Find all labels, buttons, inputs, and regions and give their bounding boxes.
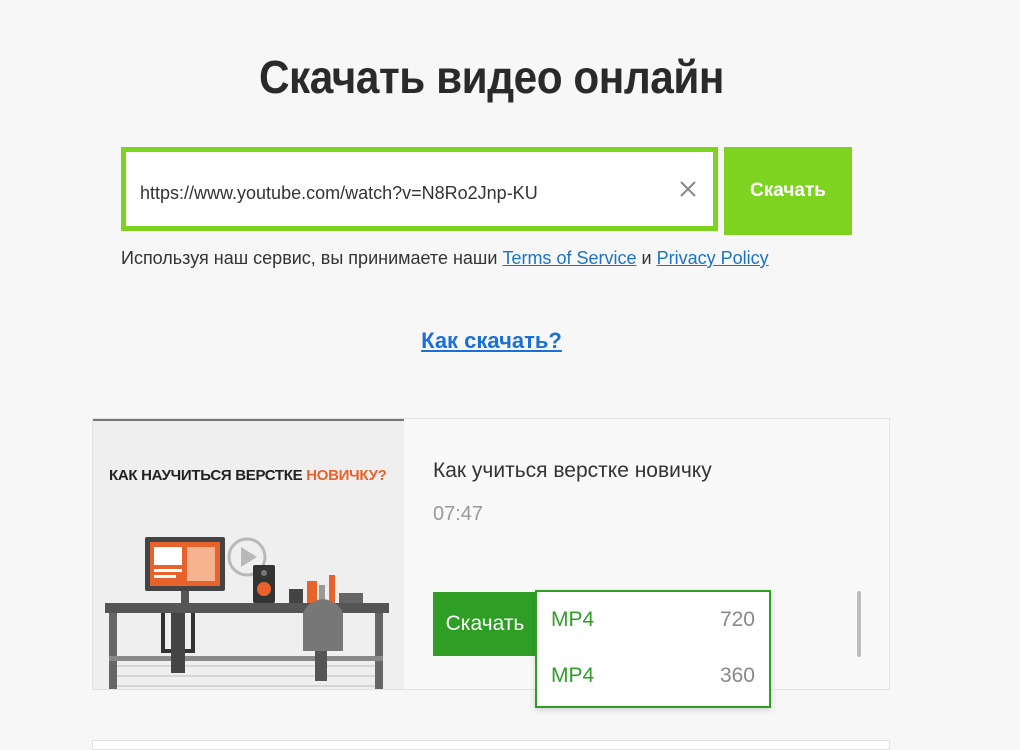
privacy-policy-link[interactable]: Privacy Policy xyxy=(657,248,769,268)
clear-icon[interactable] xyxy=(677,178,699,200)
terms-and: и xyxy=(641,248,652,268)
format-option-360[interactable]: MP4 360 xyxy=(537,648,769,704)
format-option-720[interactable]: MP4 720 xyxy=(537,592,769,648)
format-dropdown: MP4 720 MP4 360 xyxy=(535,590,771,708)
terms-text: Используя наш сервис, вы принимаете наши xyxy=(121,248,498,268)
video-title: Как учиться верстке новичку xyxy=(433,459,712,482)
desk-illustration xyxy=(105,537,389,689)
download-button[interactable]: Скачать xyxy=(724,147,852,235)
format-label: MP4 xyxy=(551,608,595,631)
quality-label: 360 xyxy=(719,664,755,687)
thumbnail-title: КАК НАУЧИТЬСЯ ВЕРСТКЕ НОВИЧКУ? xyxy=(109,467,387,484)
format-label: MP4 xyxy=(551,664,595,687)
download-format-button[interactable]: Скачать xyxy=(433,592,537,656)
url-input-box[interactable] xyxy=(121,147,718,231)
terms-of-service-link[interactable]: Terms of Service xyxy=(502,248,636,268)
terms-notice: Используя наш сервис, вы принимаете наши… xyxy=(121,248,769,269)
quality-label: 720 xyxy=(719,608,755,631)
how-to-download-link[interactable]: Как скачать? xyxy=(421,328,562,353)
url-input[interactable] xyxy=(138,172,662,214)
scrollbar[interactable] xyxy=(857,591,861,657)
thumbnail-title-highlight: НОВИЧКУ? xyxy=(306,467,387,484)
howto-section: Как скачать? xyxy=(0,328,983,354)
next-result-card xyxy=(92,740,890,750)
page-title: Скачать видео онлайн xyxy=(258,51,725,103)
video-duration: 07:47 xyxy=(433,503,484,525)
thumbnail-title-text: КАК НАУЧИТЬСЯ ВЕРСТКЕ xyxy=(109,467,307,484)
video-thumbnail[interactable]: КАК НАУЧИТЬСЯ ВЕРСТКЕ НОВИЧКУ? xyxy=(93,419,404,689)
